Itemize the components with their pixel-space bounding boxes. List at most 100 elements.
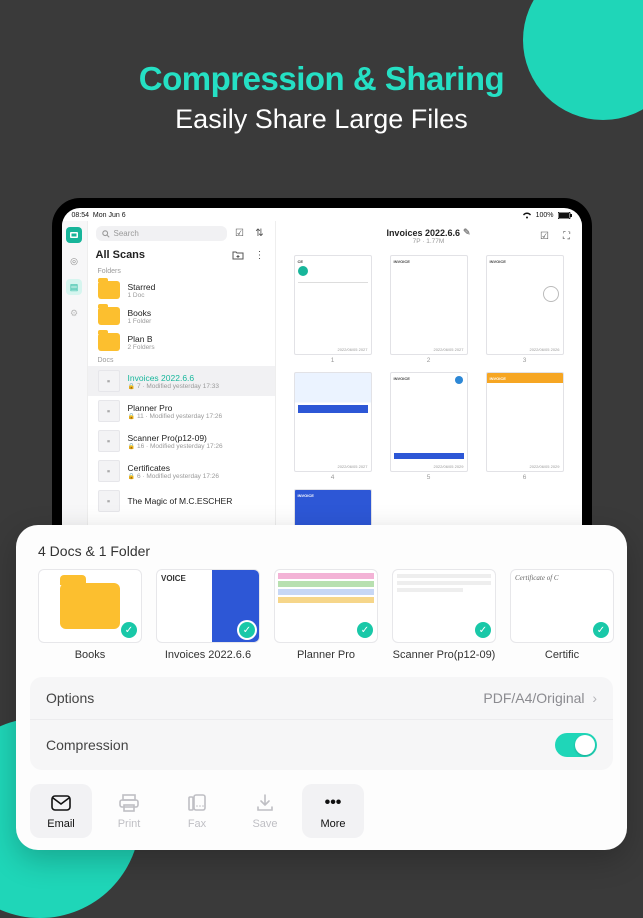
sheet-item-label: Books	[75, 649, 106, 661]
action-label: Fax	[188, 818, 206, 830]
sheet-item-doc[interactable]: ✓ Scanner Pro(p12-09)	[392, 569, 496, 661]
page-thumb: INVOICE 2022/06/05 2026	[486, 255, 564, 355]
rail-app-icon[interactable]	[66, 227, 82, 243]
wifi-icon	[522, 211, 532, 219]
page-index: 1	[331, 357, 335, 364]
sheet-item-doc[interactable]: Certificate of C ✓ Certific	[510, 569, 614, 661]
page-thumb: INVOICE 2022/06/05 2029	[486, 372, 564, 472]
options-value: PDF/A4/Original	[483, 690, 584, 706]
sheet-item-label: Planner Pro	[297, 649, 355, 661]
doc-item[interactable]: ▦ Invoices 2022.6.6 🔒7 · Modified yester…	[88, 366, 275, 396]
page-index: 3	[523, 357, 527, 364]
doc-meta: 6 · Modified yesterday 17:26	[137, 473, 219, 480]
page-cell[interactable]: INVOICE 2022/06/05 2029 6	[482, 372, 568, 481]
sheet-item-doc[interactable]: VOICE ✓ Invoices 2022.6.6	[156, 569, 260, 661]
page-cell[interactable]: INVOICE 2022/06/05 2029 5	[386, 372, 472, 481]
main-title: Invoices 2022.6.6	[386, 228, 460, 238]
search-input[interactable]: Search	[96, 226, 227, 241]
folder-meta: 2 Folders	[128, 344, 155, 351]
battery-icon	[558, 212, 572, 219]
folder-item[interactable]: Starred 1 Doc	[88, 277, 275, 303]
new-folder-icon[interactable]	[231, 248, 245, 262]
doc-thumb: ▦	[98, 370, 120, 392]
action-more[interactable]: ••• More	[302, 784, 364, 838]
doc-name: Certificates	[128, 463, 220, 473]
sheet-thumb: VOICE ✓	[156, 569, 260, 643]
status-date: Mon Jun 6	[93, 212, 126, 219]
status-bar: 08:54 Mon Jun 6 100%	[62, 208, 582, 221]
checkbox-icon[interactable]: ☑	[538, 229, 552, 243]
options-label: Options	[46, 690, 94, 706]
action-label: Save	[252, 818, 277, 830]
page-cell[interactable]: INVOICE 2022/06/05 2026 3	[482, 255, 568, 364]
page-cell[interactable]: CE 2022/06/05 2027 1	[290, 255, 376, 364]
status-time: 08:54	[72, 212, 90, 219]
folder-item[interactable]: Plan B 2 Folders	[88, 329, 275, 355]
action-email[interactable]: Email	[30, 784, 92, 838]
select-icon[interactable]: ☑	[233, 227, 247, 241]
rail-settings-icon[interactable]: ⚙	[66, 305, 82, 321]
folder-icon	[98, 333, 120, 351]
sheet-title: 4 Docs & 1 Folder	[16, 543, 627, 569]
sheet-item-label: Certific	[545, 649, 579, 661]
doc-item[interactable]: ▦ Planner Pro 🔒11 · Modified yesterday 1…	[88, 396, 275, 426]
folders-subhead: Folders	[88, 266, 275, 277]
scan-frame-icon[interactable]: ⛶	[560, 229, 574, 243]
page-cell[interactable]: 2022/06/05 2027 4	[290, 372, 376, 481]
compression-label: Compression	[46, 737, 128, 753]
folder-item[interactable]: Books 1 Folder	[88, 303, 275, 329]
action-save[interactable]: Save	[234, 784, 296, 838]
doc-meta: 7 · Modified yesterday 17:33	[137, 383, 219, 390]
page-index: 6	[523, 474, 527, 481]
lock-icon: 🔒	[128, 384, 135, 390]
page-thumb: 2022/06/05 2027	[294, 372, 372, 472]
sheet-row[interactable]: ✓ Books VOICE ✓ Invoices 2022.6.6	[16, 569, 627, 669]
search-icon	[102, 230, 110, 238]
main-subtitle: 7P · 1.77M	[386, 238, 470, 245]
doc-item[interactable]: ▦ Certificates 🔒6 · Modified yesterday 1…	[88, 456, 275, 486]
email-icon	[50, 792, 72, 814]
doc-name: Planner Pro	[128, 403, 223, 413]
compression-toggle[interactable]	[555, 733, 597, 757]
edit-title-icon[interactable]: ✎	[463, 227, 471, 238]
search-placeholder: Search	[114, 229, 139, 238]
folder-name: Books	[128, 308, 152, 318]
doc-meta: 11 · Modified yesterday 17:26	[137, 413, 222, 420]
page-cell[interactable]: INVOICE 2022/06/05 2027 2	[386, 255, 472, 364]
doc-item[interactable]: ▦ The Magic of M.C.ESCHER	[88, 486, 275, 516]
check-icon: ✓	[239, 622, 255, 638]
check-icon: ✓	[475, 622, 491, 638]
doc-name: Scanner Pro(p12-09)	[128, 433, 223, 443]
doc-thumb: ▦	[98, 490, 120, 512]
sheet-thumb: ✓	[38, 569, 142, 643]
hero-subtitle: Easily Share Large Files	[0, 104, 643, 135]
sheet-item-doc[interactable]: ✓ Planner Pro	[274, 569, 378, 661]
action-fax[interactable]: Fax	[166, 784, 228, 838]
lock-icon: 🔒	[128, 414, 135, 420]
doc-thumb: ▦	[98, 430, 120, 452]
rail-wallet-icon[interactable]: ▤	[66, 279, 82, 295]
check-icon: ✓	[593, 622, 609, 638]
rail-nav-icon[interactable]: ◎	[66, 253, 82, 269]
more-icon: •••	[322, 792, 344, 814]
doc-thumb: ▦	[98, 460, 120, 482]
sheet-item-label: Scanner Pro(p12-09)	[393, 649, 496, 661]
sheet-item-label: Invoices 2022.6.6	[165, 649, 251, 661]
action-label: Email	[47, 818, 75, 830]
doc-item[interactable]: ▦ Scanner Pro(p12-09) 🔒16 · Modified yes…	[88, 426, 275, 456]
sort-icon[interactable]: ⇅	[253, 227, 267, 241]
options-block: Options PDF/A4/Original › Compression	[30, 677, 613, 770]
check-icon: ✓	[357, 622, 373, 638]
doc-name: The Magic of M.C.ESCHER	[128, 496, 233, 506]
more-icon[interactable]: ⋮	[253, 248, 267, 262]
sheet-thumb: Certificate of C ✓	[510, 569, 614, 643]
folder-icon	[98, 281, 120, 299]
compression-row[interactable]: Compression	[30, 719, 613, 770]
options-row[interactable]: Options PDF/A4/Original ›	[30, 677, 613, 719]
save-icon	[254, 792, 276, 814]
print-icon	[118, 792, 140, 814]
sheet-item-folder[interactable]: ✓ Books	[38, 569, 142, 661]
action-label: More	[320, 818, 345, 830]
action-print[interactable]: Print	[98, 784, 160, 838]
folder-icon	[60, 583, 120, 629]
